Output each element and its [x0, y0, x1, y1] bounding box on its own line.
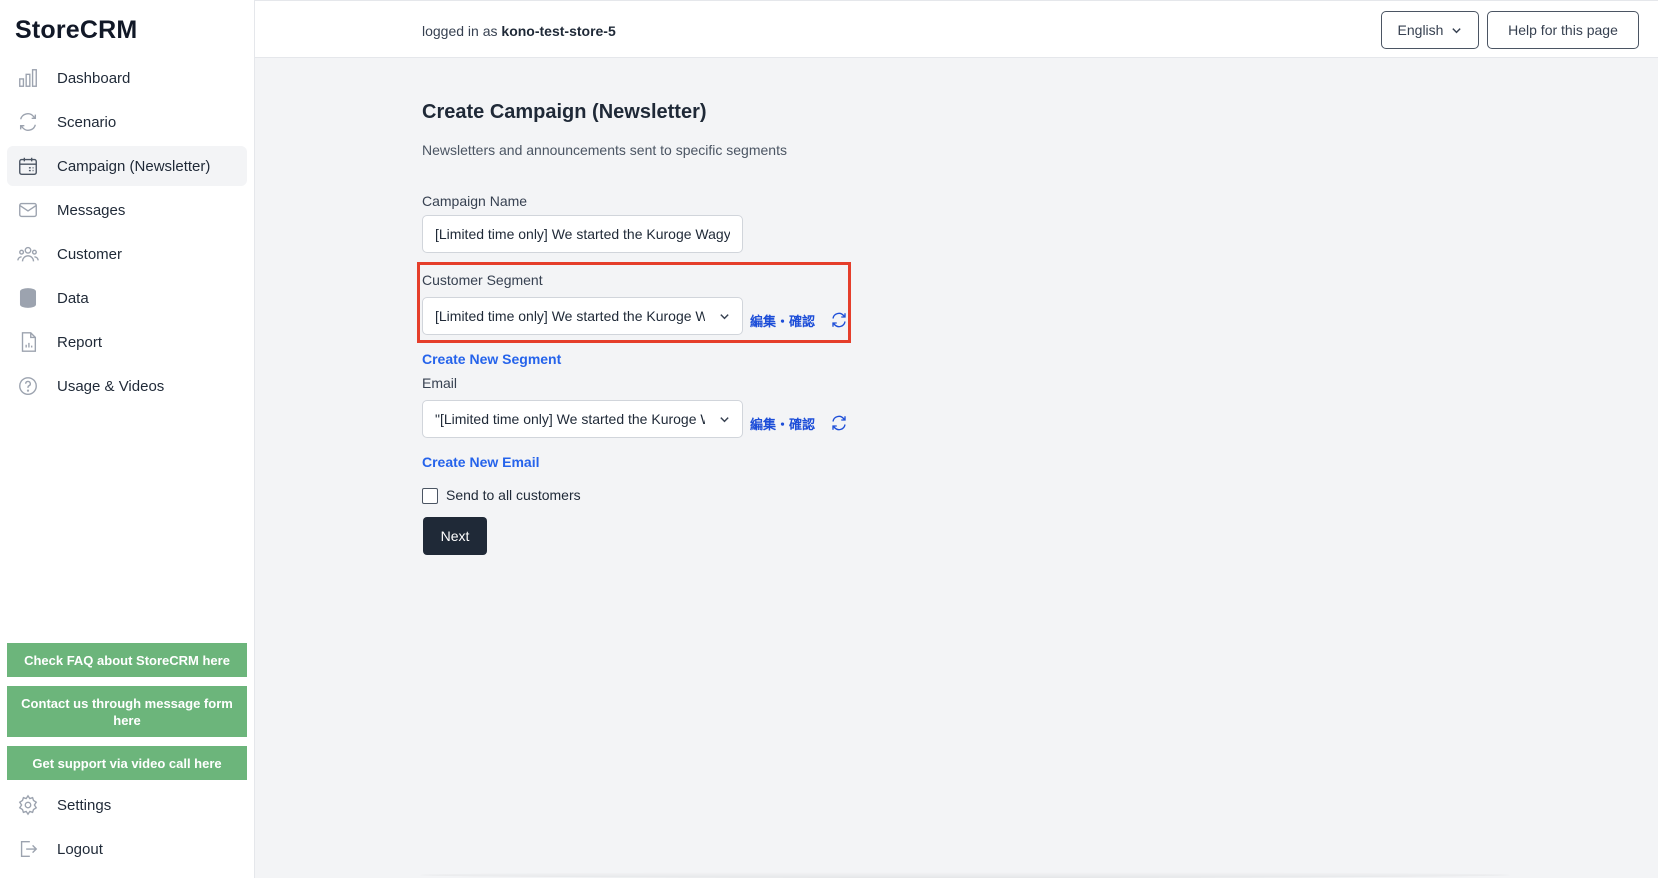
sidebar-item-label: Usage & Videos — [57, 377, 165, 395]
email-label: Email — [422, 375, 458, 391]
send-all-checkbox[interactable] — [422, 488, 438, 504]
logged-in-prefix: logged in as — [422, 23, 498, 39]
faq-button[interactable]: Check FAQ about StoreCRM here — [7, 643, 247, 677]
calendar-icon — [16, 154, 40, 178]
sidebar: StoreCRM Dashboard Scenario Campaign (Ne… — [0, 0, 255, 878]
create-new-email-link[interactable]: Create New Email — [422, 454, 540, 470]
email-refresh-icon[interactable] — [830, 414, 848, 432]
sidebar-item-label: Data — [57, 289, 89, 307]
sidebar-item-logout[interactable]: Logout — [7, 829, 247, 869]
database-icon — [16, 286, 40, 310]
next-button[interactable]: Next — [423, 517, 487, 555]
bottom-shadow — [420, 872, 1510, 878]
customer-segment-value: [Limited time only] We started the Kurog… — [435, 308, 705, 324]
help-page-button[interactable]: Help for this page — [1487, 11, 1639, 49]
logged-in-status: logged in as kono-test-store-5 — [422, 23, 616, 39]
chevron-down-icon — [720, 417, 729, 423]
sidebar-item-campaign[interactable]: Campaign (Newsletter) — [7, 146, 247, 186]
sidebar-item-label: Scenario — [57, 113, 117, 131]
document-chart-icon — [16, 330, 40, 354]
language-select[interactable]: English — [1381, 11, 1479, 49]
app-logo: StoreCRM — [15, 16, 138, 44]
sidebar-item-label: Settings — [57, 796, 112, 814]
sidebar-nav: Dashboard Scenario Campaign (Newsletter)… — [7, 58, 247, 410]
segment-refresh-icon[interactable] — [830, 311, 848, 329]
chevron-down-icon — [720, 314, 729, 320]
store-name: kono-test-store-5 — [501, 23, 616, 39]
create-new-segment-link[interactable]: Create New Segment — [422, 351, 561, 367]
users-icon — [16, 242, 40, 266]
sidebar-item-settings[interactable]: Settings — [7, 785, 247, 825]
language-label: English — [1397, 22, 1444, 38]
email-value: "[Limited time only] We started the Kuro… — [435, 411, 705, 427]
question-circle-icon — [16, 374, 40, 398]
sidebar-item-data[interactable]: Data — [7, 278, 247, 318]
customer-segment-label: Customer Segment — [422, 272, 543, 288]
refresh-arrows-icon — [16, 110, 40, 134]
envelope-icon — [16, 198, 40, 222]
sidebar-item-label: Logout — [57, 840, 103, 858]
contact-form-button[interactable]: Contact us through message form here — [7, 686, 247, 737]
segment-edit-link[interactable]: 編集・確認 — [750, 311, 815, 330]
email-select[interactable]: "[Limited time only] We started the Kuro… — [422, 400, 743, 438]
email-edit-link[interactable]: 編集・確認 — [750, 414, 815, 433]
sidebar-settings: Settings — [7, 785, 247, 829]
sidebar-item-dashboard[interactable]: Dashboard — [7, 58, 247, 98]
page-subtitle: Newsletters and announcements sent to sp… — [422, 142, 787, 158]
gear-icon — [16, 793, 40, 817]
sidebar-item-label: Messages — [57, 201, 126, 219]
sidebar-item-messages[interactable]: Messages — [7, 190, 247, 230]
bar-chart-icon — [16, 66, 40, 90]
send-all-label: Send to all customers — [446, 487, 581, 503]
sidebar-item-usage-videos[interactable]: Usage & Videos — [7, 366, 247, 406]
sidebar-logout: Logout — [7, 829, 247, 873]
chevron-down-icon — [1452, 27, 1462, 33]
campaign-name-input[interactable] — [422, 215, 743, 253]
sidebar-item-scenario[interactable]: Scenario — [7, 102, 247, 142]
logout-icon — [16, 837, 40, 861]
customer-segment-select[interactable]: [Limited time only] We started the Kurog… — [422, 297, 743, 335]
sidebar-item-customer[interactable]: Customer — [7, 234, 247, 274]
page-title: Create Campaign (Newsletter) — [422, 101, 707, 123]
sidebar-item-label: Dashboard — [57, 69, 131, 87]
sidebar-item-label: Campaign (Newsletter) — [57, 157, 211, 175]
sidebar-item-report[interactable]: Report — [7, 322, 247, 362]
sidebar-item-label: Report — [57, 333, 103, 351]
campaign-name-label: Campaign Name — [422, 193, 528, 209]
top-bar: logged in as kono-test-store-5 English H… — [255, 0, 1658, 58]
video-call-support-button[interactable]: Get support via video call here — [7, 746, 247, 780]
sidebar-item-label: Customer — [57, 245, 123, 263]
